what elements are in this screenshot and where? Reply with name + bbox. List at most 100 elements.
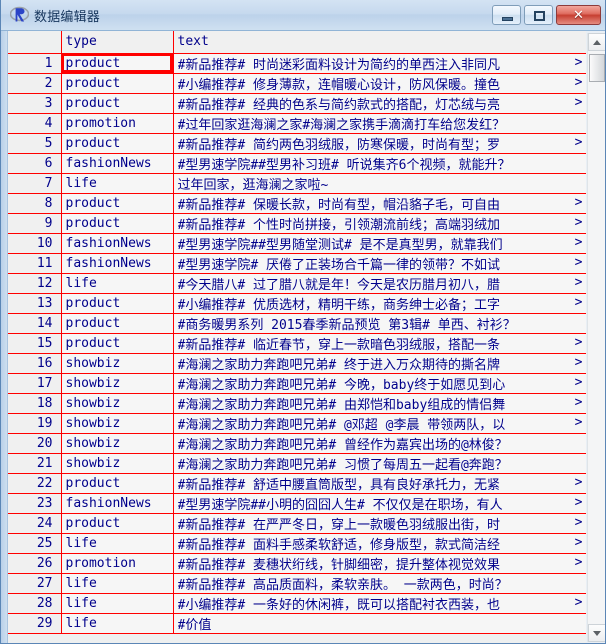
row-number[interactable]: 4 [8,113,61,134]
cell-type[interactable]: life [60,572,174,594]
minimize-button[interactable] [492,5,521,25]
cell-text[interactable]: #小编推荐# 修身薄款，连帽暖心设计，防风保暖。撞色 > [172,72,586,94]
cell-type[interactable]: product [60,472,174,494]
cell-type[interactable]: showbiz [60,432,174,454]
close-button[interactable]: ✕ [556,5,601,25]
scroll-up-button[interactable] [588,33,605,51]
row-number[interactable]: 6 [8,153,61,174]
cell-text[interactable]: #新品推荐# 麦穗状绗线，针脚细密，提升整体视觉效果 > [172,552,586,574]
row-number[interactable]: 28 [8,593,61,614]
cell-text[interactable]: #小编推荐# 优质选材，精明干练，商务绅士必备；工字 > [172,292,586,314]
row-number[interactable]: 9 [8,213,61,234]
row-number[interactable]: 21 [8,453,61,474]
cell-type[interactable]: fashionNews [60,252,174,274]
cell-type[interactable]: promotion [60,112,174,134]
cell-text[interactable]: #海澜之家助力奔跑吧兄弟# 由郑恺和baby组成的情侣舞 > [172,392,586,414]
cell-type[interactable]: product [60,92,174,114]
row-number[interactable]: 27 [8,573,61,594]
cell-text[interactable]: #价值 [172,612,586,634]
row-number[interactable]: 13 [8,293,61,314]
cell-text[interactable]: #新品推荐# 时尚迷彩面料设计为简约的单西注入非同凡 > [172,52,586,74]
cell-text[interactable]: #型男速学院##小明的囧囧人生# 不仅仅是在职场，有人 > [172,492,586,514]
scroll-down-button[interactable] [588,624,605,642]
row-number[interactable]: 14 [8,313,61,334]
cell-type[interactable]: product [60,132,174,154]
cell-text[interactable]: #型男速学院##型男随堂测试# 是不是真型男，就靠我们 > [172,232,586,254]
cell-text[interactable]: #新品推荐# 高品质面料，柔软亲肤。 一款两色，时尚？ [172,572,586,594]
cell-text[interactable]: #新品推荐# 舒适中腰直筒版型，具有良好承托力，无紧 > [172,472,586,494]
cell-text[interactable]: #新品推荐# 在严严冬日，穿上一款暖色羽绒服出街，时 > [172,512,586,534]
row-number[interactable]: 20 [8,433,61,454]
row-number[interactable]: 18 [8,393,61,414]
column-header-type[interactable]: type [60,31,174,54]
data-grid-container[interactable]: type text 1 product #新品推荐# 时尚迷彩面料设计为简约的单西注… [8,31,586,643]
grid-corner-cell[interactable] [8,31,61,53]
cell-text[interactable]: #新品推荐# 简约两色羽绒服，防寒保暖，时尚有型；罗 > [172,132,586,154]
cell-text[interactable]: #海澜之家助力奔跑吧兄弟# 终于进入万众期待的撕名牌 > [172,352,586,374]
cell-type[interactable]: showbiz [60,352,174,374]
cell-type[interactable]: promotion [60,552,174,574]
cell-text[interactable]: #商务暖男系列 2015春季新品预览 第3辑# 单西、衬衫？ [172,312,586,334]
cell-type[interactable]: product [60,332,174,354]
row-number[interactable]: 25 [8,533,61,554]
row-number[interactable]: 1 [8,52,61,74]
row-number[interactable]: 12 [8,273,61,294]
cell-text[interactable]: #海澜之家助力奔跑吧兄弟# 曾经作为嘉宾出场的@林俊？ [172,432,586,454]
row-number[interactable]: 3 [8,93,61,114]
row-number[interactable]: 2 [8,73,61,94]
cell-type[interactable]: life [60,272,174,294]
row-number[interactable]: 15 [8,333,61,354]
cell-text[interactable]: #新品推荐# 经典的色系与简约款式的搭配，灯芯绒与亮 > [172,92,586,114]
row-number[interactable]: 10 [8,233,61,254]
cell-type[interactable]: life [60,172,174,194]
row-number[interactable]: 8 [8,193,61,214]
cell-text[interactable]: #型男速学院##型男补习班# 听说集齐6个视频，就能升？ [172,152,586,174]
row-number[interactable]: 24 [8,513,61,534]
row-number[interactable]: 23 [8,493,61,514]
cell-type[interactable]: product [60,212,174,234]
row-number[interactable]: 26 [8,553,61,574]
row-number[interactable]: 5 [8,133,61,154]
row-number[interactable]: 19 [8,413,61,434]
cell-type[interactable]: fashionNews [60,492,174,514]
cell-text[interactable]: #过年回家逛海澜之家#海澜之家携手滴滴打车给您发红？ [172,112,586,134]
cell-text[interactable]: #新品推荐# 临近春节，穿上一款暗色羽绒服，搭配一条 > [172,332,586,354]
cell-text[interactable]: #海澜之家助力奔跑吧兄弟# @邓超 @李晨 带领两队，以 > [172,412,586,434]
cell-type[interactable]: product [60,52,174,74]
cell-type[interactable]: product [60,72,174,94]
cell-type[interactable]: life [60,612,174,634]
column-header-text[interactable]: text [172,31,586,54]
cell-type[interactable]: product [60,512,174,534]
window-title-bar[interactable]: 数据编辑器 ✕ [1,0,605,31]
vertical-scrollbar[interactable] [587,33,605,642]
row-number[interactable]: 11 [8,253,61,274]
cell-type[interactable]: showbiz [60,412,174,434]
cell-type[interactable]: product [60,312,174,334]
row-number[interactable]: 29 [8,613,61,634]
cell-type[interactable]: product [60,192,174,214]
cell-text[interactable]: #新品推荐# 个性时尚拼接，引领潮流前线；高端羽绒加 > [172,212,586,234]
scrollbar-track[interactable] [588,51,605,624]
cell-text[interactable]: 过年回家，逛海澜之家啦~ [172,172,586,194]
cell-type[interactable]: showbiz [60,452,174,474]
cell-text[interactable]: #小编推荐# 一条好的休闲裤，既可以搭配衬衣西装，也 > [172,592,586,614]
row-number[interactable]: 16 [8,353,61,374]
cell-type[interactable]: fashionNews [60,232,174,254]
row-number[interactable]: 7 [8,173,61,194]
cell-type[interactable]: showbiz [60,372,174,394]
scrollbar-thumb[interactable] [589,54,605,82]
cell-text[interactable]: #海澜之家助力奔跑吧兄弟# 习惯了每周五一起看@奔跑？ [172,452,586,474]
row-number[interactable]: 17 [8,373,61,394]
cell-text[interactable]: #今天腊八# 过了腊八就是年！今天是农历腊月初八，腊 > [172,272,586,294]
row-number[interactable]: 22 [8,473,61,494]
cell-type[interactable]: showbiz [60,392,174,414]
cell-type[interactable]: fashionNews [60,152,174,174]
cell-type[interactable]: life [60,532,174,554]
cell-text[interactable]: #型男速学院# 厌倦了正装场合千篇一律的领带？不如试 > [172,252,586,274]
cell-type[interactable]: life [60,592,174,614]
cell-text[interactable]: #新品推荐# 保暖长款，时尚有型，帽沿貉子毛，可自由 > [172,192,586,214]
cell-text[interactable]: #海澜之家助力奔跑吧兄弟# 今晚，baby终于如愿见到心 > [172,372,586,394]
maximize-button[interactable] [524,5,553,25]
cell-type[interactable]: product [60,292,174,314]
cell-text[interactable]: #新品推荐# 面料手感柔软舒适，修身版型，款式简洁经 > [172,532,586,554]
